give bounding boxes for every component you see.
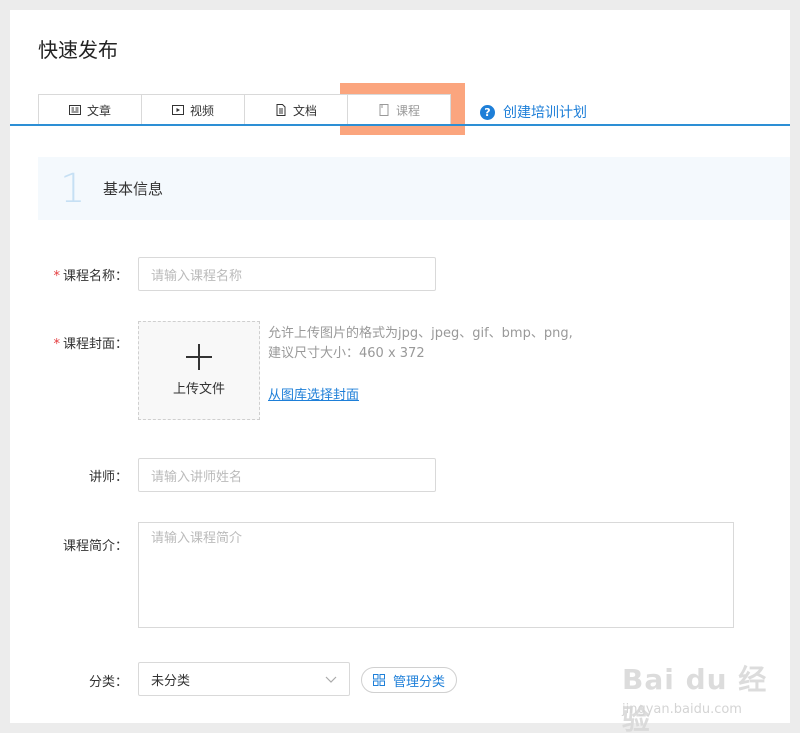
plus-icon: [186, 344, 212, 370]
cover-format-hint: 允许上传图片的格式为jpg、jpeg、gif、bmp、png,: [268, 326, 573, 341]
teacher-input[interactable]: 请输入讲师姓名: [138, 458, 436, 492]
tab-divider: [10, 124, 790, 126]
course-name-label: * 课程名称：: [53, 269, 128, 284]
tab-label: 文档: [292, 103, 317, 118]
section-header: 1 基本信息: [38, 157, 790, 220]
article-icon: [68, 104, 81, 116]
tab-article[interactable]: 文章: [38, 94, 142, 125]
tab-bar: 文章 视频 文档 课程: [38, 94, 451, 125]
required-marker: *: [53, 269, 60, 284]
grid-icon: [372, 674, 385, 686]
publish-card: 快速发布 文章 视频 文档 课程 ? 创建培训计划 1 基本信息 * 课程名称：…: [10, 10, 790, 733]
baidu-watermark: Bai du 经验 jingyan.baidu.com: [622, 658, 782, 733]
watermark-text: Bai du 经验: [622, 663, 768, 733]
intro-label: 课程简介：: [62, 539, 128, 554]
video-icon: [171, 104, 184, 116]
tab-video[interactable]: 视频: [141, 94, 245, 125]
page-title: 快速发布: [38, 38, 118, 62]
category-select[interactable]: 未分类: [138, 662, 350, 696]
course-cover-label: * 课程封面：: [53, 337, 128, 352]
chevron-down-icon: [325, 673, 337, 685]
section-title: 基本信息: [103, 180, 164, 198]
category-label: 分类：: [88, 675, 128, 690]
cover-size-hint: 建议尺寸大小：460 x 372: [268, 346, 425, 361]
tab-label: 视频: [189, 103, 214, 118]
tab-document[interactable]: 文档: [244, 94, 348, 125]
plan-link-label: 创建培训计划: [503, 105, 587, 121]
tab-label: 文章: [86, 103, 111, 118]
tab-course[interactable]: 课程: [347, 94, 451, 125]
watermark-sub: jingyan.baidu.com: [622, 702, 742, 717]
teacher-label: 讲师：: [88, 470, 128, 485]
help-icon: ?: [480, 104, 495, 120]
required-marker: *: [53, 337, 60, 352]
upload-file-button[interactable]: 上传文件: [138, 321, 260, 420]
choose-from-gallery-link[interactable]: 从图库选择封面: [268, 384, 359, 403]
upload-label: 上传文件: [172, 382, 225, 397]
manage-category-label: 管理分类: [392, 674, 445, 690]
course-icon: [378, 104, 390, 116]
section-number: 1: [60, 166, 86, 212]
tab-label: 课程: [395, 103, 420, 118]
category-value: 未分类: [151, 673, 191, 689]
create-training-plan-link[interactable]: ? 创建培训计划: [480, 102, 587, 122]
course-name-input[interactable]: 请输入课程名称: [138, 257, 436, 291]
manage-category-button[interactable]: 管理分类: [361, 667, 457, 693]
intro-textarea[interactable]: 请输入课程简介: [138, 522, 734, 628]
document-icon: [275, 104, 287, 116]
